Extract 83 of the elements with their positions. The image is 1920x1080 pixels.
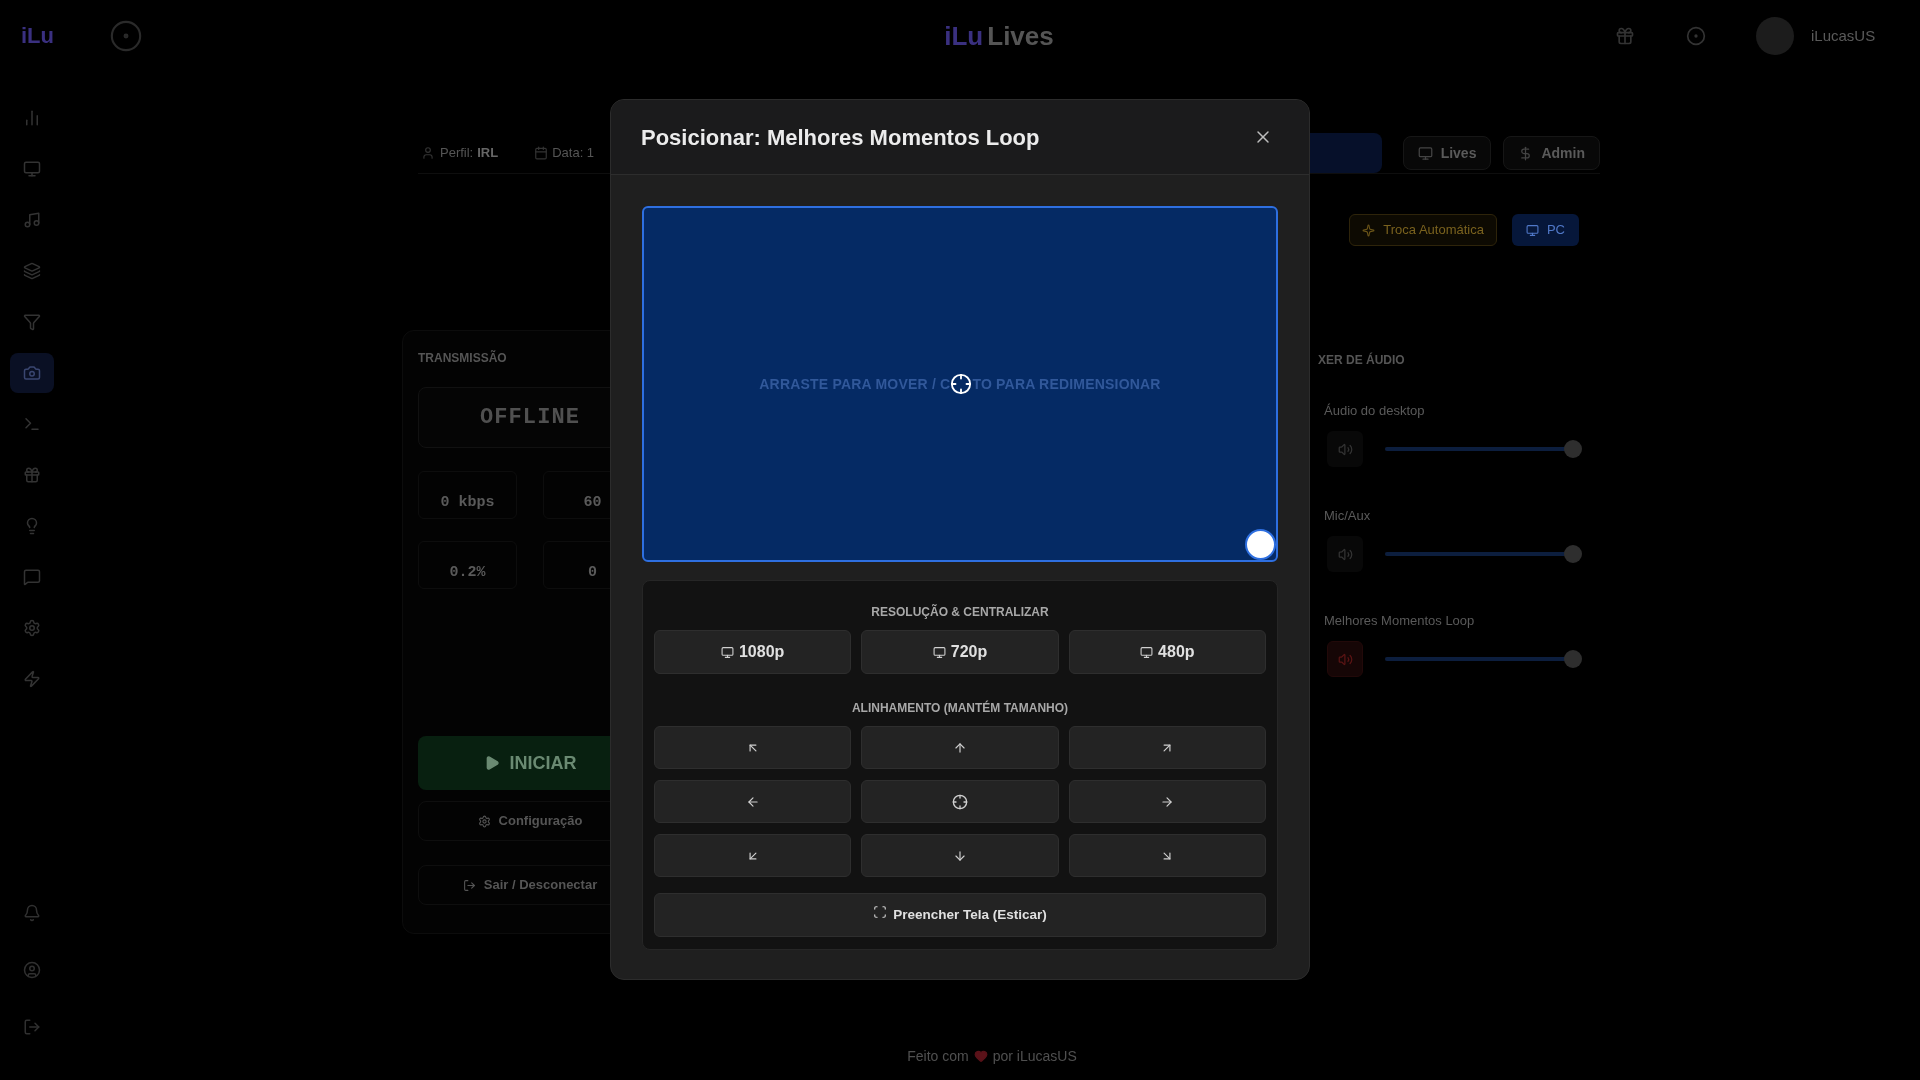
music-note-icon <box>23 211 41 229</box>
section-title: XER DE ÁUDIO <box>1318 352 1406 368</box>
section-title: RESOLUÇÃO & CENTRALIZAR <box>870 604 1050 620</box>
nav-button[interactable]: Admin <box>1503 136 1600 170</box>
monitor-icon <box>1140 645 1154 659</box>
resolution-button[interactable]: 1080p <box>654 630 852 674</box>
sidebar-item[interactable] <box>10 353 54 393</box>
align-button[interactable] <box>861 726 1059 769</box>
fill-screen-button[interactable]: Preencher Tela (Esticar) <box>654 893 1266 937</box>
mute-button[interactable] <box>1327 536 1363 572</box>
mute-button[interactable] <box>1327 641 1363 677</box>
stat-value: 0 <box>588 562 597 583</box>
stat-value: 0 kbps <box>440 492 495 513</box>
align-button[interactable] <box>1068 726 1266 769</box>
bar-chart-icon <box>23 109 41 127</box>
filter-icon <box>23 313 41 331</box>
volume-slider[interactable] <box>1385 650 1582 668</box>
monitor-icon <box>932 645 946 659</box>
nav-button[interactable]: Lives <box>1402 136 1492 170</box>
profile-value: IRL <box>477 144 499 163</box>
crosshair-icon <box>952 793 968 810</box>
speaker-icon <box>1337 441 1353 457</box>
settings-icon <box>477 814 491 828</box>
logout-icon <box>462 878 476 892</box>
mute-button[interactable] <box>1327 431 1363 467</box>
status-text: OFFLINE <box>479 404 581 432</box>
avatar[interactable] <box>1756 17 1794 55</box>
arrow-right-icon <box>1160 794 1175 809</box>
user-icon <box>421 146 435 160</box>
ring-icon[interactable] <box>109 19 143 53</box>
stat-value: 60 <box>583 492 602 513</box>
speaker-icon <box>1337 546 1353 562</box>
align-button[interactable] <box>861 834 1059 877</box>
source-button[interactable]: PC <box>1511 214 1579 246</box>
align-button[interactable] <box>654 780 852 823</box>
align-button[interactable] <box>1068 780 1266 823</box>
channel-name: Mic/Aux <box>1323 508 1372 524</box>
footer-credit: por iLucasUS <box>992 1046 1077 1066</box>
terminal-icon <box>23 415 41 433</box>
monitor-icon <box>1417 145 1433 161</box>
profile-label: Perfil: <box>440 144 474 163</box>
ring-icon[interactable] <box>1686 26 1706 46</box>
user-circle-icon <box>23 961 41 979</box>
user-name[interactable]: iLucasUS <box>1811 24 1876 48</box>
speaker-icon <box>1337 651 1353 667</box>
sparkle-icon <box>1362 223 1376 237</box>
logo: iLu <box>21 25 54 47</box>
expand-icon <box>873 905 888 919</box>
channel-name: Áudio do desktop <box>1323 403 1426 419</box>
align-button[interactable] <box>861 780 1059 823</box>
gift-icon[interactable] <box>1615 26 1635 46</box>
stat-value: 0.2% <box>449 562 486 583</box>
resize-handle[interactable] <box>1245 529 1276 560</box>
gift-icon <box>23 466 41 484</box>
heart-icon <box>973 1049 988 1063</box>
align-button[interactable] <box>654 726 852 769</box>
monitor-icon <box>23 160 41 178</box>
bell-icon <box>23 904 41 922</box>
volume-slider[interactable] <box>1385 440 1582 458</box>
arrow-left-icon <box>745 794 760 809</box>
footer-text: Feito com <box>907 1046 969 1066</box>
chat-bubble-icon <box>23 568 41 586</box>
channel-name: Melhores Momentos Loop <box>1323 613 1476 629</box>
align-button[interactable] <box>654 834 852 877</box>
date-text: Data: 1 <box>552 144 595 163</box>
lightning-icon <box>23 670 41 688</box>
section-title: TRANSMISSÃO <box>418 350 508 366</box>
volume-slider[interactable] <box>1385 545 1582 563</box>
settings-icon <box>23 619 41 637</box>
monitor-icon <box>1525 223 1539 237</box>
align-button[interactable] <box>1068 834 1266 877</box>
calendar-icon <box>534 146 549 160</box>
crosshair-icon[interactable] <box>950 373 973 395</box>
dialog-title: Posicionar: Melhores Momentos Loop <box>641 123 1040 152</box>
brand-logo: iLu Lives <box>944 23 1054 49</box>
resolution-button[interactable]: 480p <box>1068 630 1266 674</box>
section-title: ALINHAMENTO (MANTÉM TAMANHO) <box>850 700 1070 716</box>
layers-icon <box>23 262 41 280</box>
monitor-icon <box>720 645 734 659</box>
auto-switch-button[interactable]: Troca Automática <box>1349 214 1497 246</box>
resolution-button[interactable]: 720p <box>861 630 1059 674</box>
camera-icon <box>23 364 41 382</box>
logout-icon <box>23 1018 41 1036</box>
